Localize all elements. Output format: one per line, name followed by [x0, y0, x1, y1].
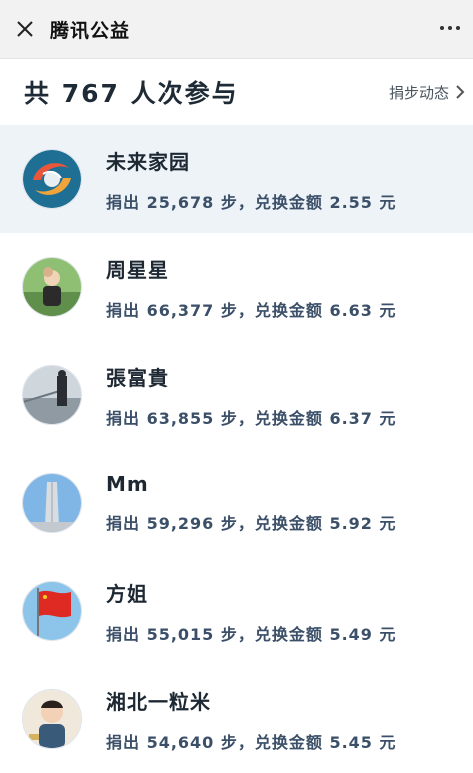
donation-detail: 捐出 55,015 步，兑换金额 5.49 元: [106, 624, 397, 644]
donor-row[interactable]: 方姐 捐出 55,015 步，兑换金额 5.49 元: [0, 557, 473, 665]
participation-summary: 共 767 人次参与 捐步动态: [0, 59, 473, 125]
donor-name: 周星星: [106, 257, 169, 282]
donor-name: 方姐: [106, 581, 148, 606]
donation-detail: 捐出 54,640 步，兑换金额 5.45 元: [106, 732, 397, 752]
more-button[interactable]: [433, 14, 467, 42]
avatar: [22, 257, 82, 317]
donation-detail: 捐出 63,855 步，兑换金额 6.37 元: [106, 408, 397, 428]
participants-count: 共 767 人次参与: [24, 79, 239, 108]
avatar: [22, 149, 82, 209]
donor-row[interactable]: 未来家园 捐出 25,678 步，兑换金额 2.55 元: [0, 125, 473, 233]
donor-name: 張富貴: [106, 365, 169, 390]
donation-detail: 捐出 59,296 步，兑换金额 5.92 元: [106, 514, 397, 533]
avatar: [22, 365, 82, 425]
chevron-right-icon: [456, 85, 465, 99]
donor-name: Mm: [106, 472, 149, 496]
donor-row[interactable]: 張富貴 捐出 63,855 步，兑换金额 6.37 元: [0, 341, 473, 449]
avatar: [22, 473, 82, 533]
page-title: 腾讯公益: [50, 19, 131, 42]
donor-row[interactable]: Mm 捐出 59,296 步，兑换金额 5.92 元: [0, 449, 473, 557]
close-button[interactable]: [0, 0, 50, 58]
close-icon: [17, 21, 33, 37]
donation-detail: 捐出 66,377 步，兑换金额 6.63 元: [106, 300, 397, 320]
more-icon: [438, 26, 462, 30]
donor-name: 湘北一粒米: [106, 689, 211, 714]
step-activity-link[interactable]: 捐步动态: [389, 82, 465, 103]
avatar: [22, 689, 82, 749]
donor-name: 未来家园: [106, 149, 190, 174]
avatar: [22, 581, 82, 641]
step-activity-label: 捐步动态: [388, 83, 449, 102]
donor-list: 未来家园 捐出 25,678 步，兑换金额 2.55 元 周星星 捐出 66,3…: [0, 125, 473, 773]
donation-detail: 捐出 25,678 步，兑换金额 2.55 元: [106, 192, 397, 212]
donor-row[interactable]: 湘北一粒米 捐出 54,640 步，兑换金额 5.45 元: [0, 665, 473, 773]
donor-row[interactable]: 周星星 捐出 66,377 步，兑换金额 6.63 元: [0, 233, 473, 341]
top-bar: 腾讯公益: [0, 0, 473, 59]
